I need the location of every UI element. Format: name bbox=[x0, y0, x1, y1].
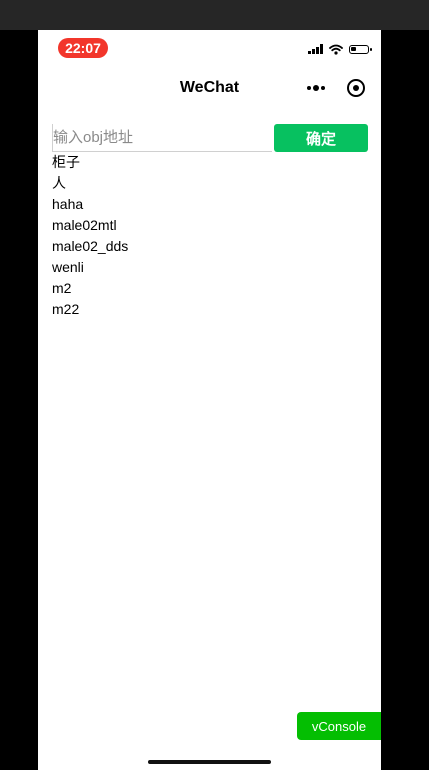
menu-capsule bbox=[297, 76, 367, 100]
list-item[interactable]: male02mtl bbox=[52, 215, 128, 236]
vconsole-button[interactable]: vConsole bbox=[297, 712, 381, 740]
obj-address-input[interactable] bbox=[52, 124, 272, 152]
status-bar: 22:07 bbox=[38, 30, 381, 66]
battery-level bbox=[351, 46, 356, 51]
list-item[interactable]: wenli bbox=[52, 257, 128, 278]
list-item[interactable]: m22 bbox=[52, 299, 128, 320]
list-item[interactable]: male02_dds bbox=[52, 236, 128, 257]
home-indicator bbox=[148, 760, 271, 764]
confirm-button[interactable]: 确定 bbox=[274, 124, 368, 152]
battery-icon bbox=[349, 44, 372, 54]
close-miniprogram-icon[interactable] bbox=[347, 79, 365, 97]
list-item[interactable]: m2 bbox=[52, 278, 128, 299]
signal-icon bbox=[308, 44, 323, 54]
obj-list: 柜子 人 haha male02mtl male02_dds wenli m2 … bbox=[52, 152, 128, 320]
input-row: 确定 bbox=[52, 124, 368, 152]
wifi-icon bbox=[329, 44, 343, 55]
list-item[interactable]: 柜子 bbox=[52, 152, 128, 173]
more-icon[interactable] bbox=[307, 85, 325, 91]
phone-screen: 22:07 WeChat 确定 柜子 人 bbox=[38, 30, 381, 770]
list-item[interactable]: haha bbox=[52, 194, 128, 215]
list-item[interactable]: 人 bbox=[52, 173, 128, 194]
status-time: 22:07 bbox=[58, 38, 108, 58]
status-icons bbox=[308, 42, 372, 56]
top-bar bbox=[0, 0, 429, 30]
navigation-bar: WeChat bbox=[38, 66, 381, 110]
